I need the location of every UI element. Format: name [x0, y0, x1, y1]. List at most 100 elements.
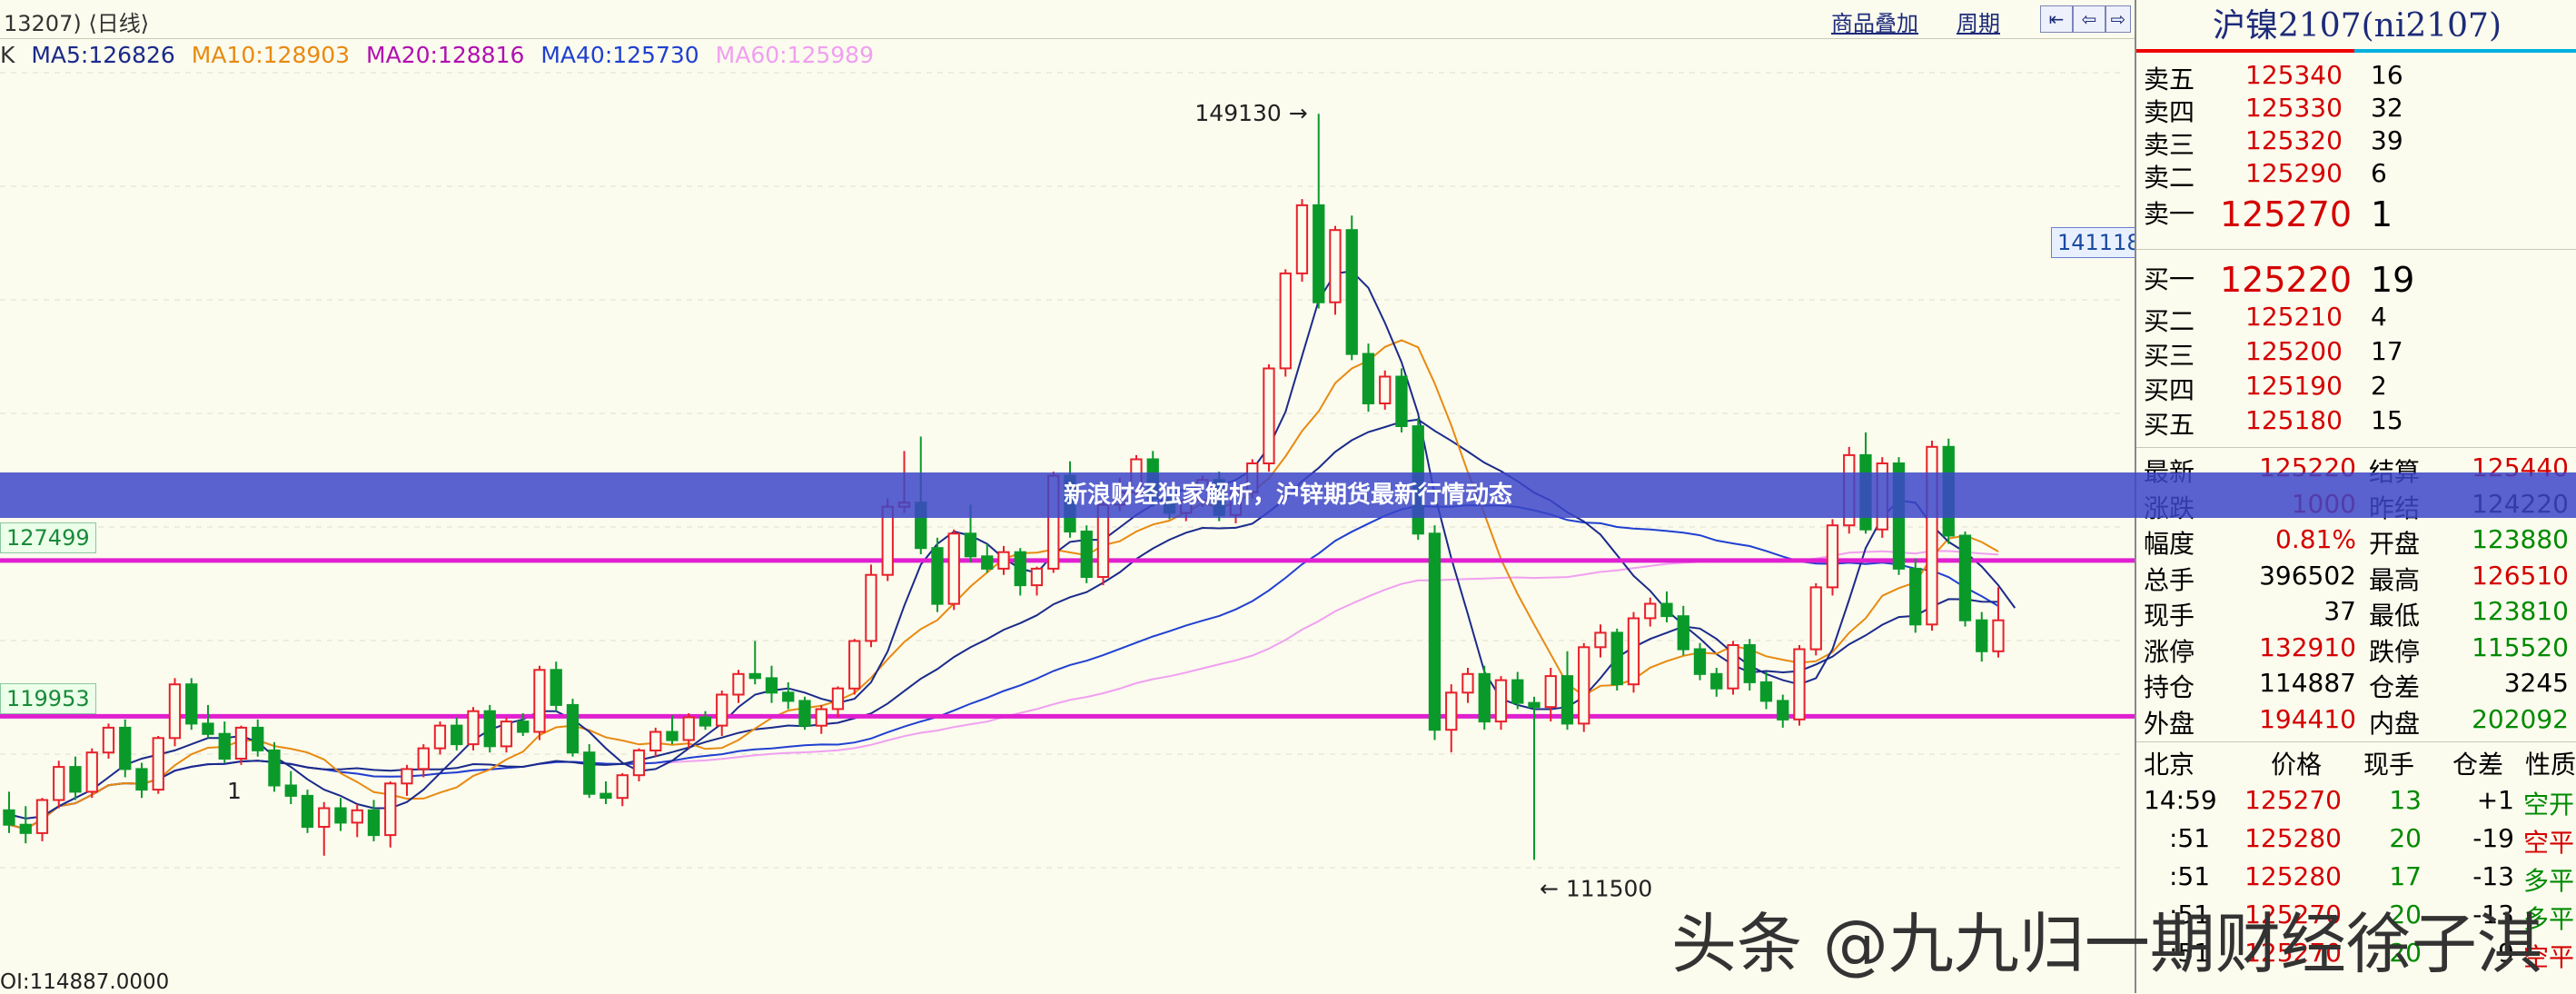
ask-price: 125320 [2245, 125, 2343, 155]
prev-icon[interactable]: ⇦ [2073, 5, 2105, 33]
candle-up [1578, 646, 1590, 725]
candle-down [284, 784, 297, 797]
candle-down [451, 724, 463, 746]
overlay-button[interactable]: 商品叠加 [1831, 5, 1918, 37]
stat-row: 涨停 132910 跌停 115520 [2136, 632, 2576, 667]
stat-key: 仓差 [2369, 672, 2421, 702]
tick-oi: -19 [2472, 823, 2514, 853]
bid-row: 买三 125200 17 [2136, 336, 2576, 371]
candle-down [964, 532, 977, 558]
ask-volume: 16 [2371, 60, 2403, 90]
back-icon[interactable]: ⇤ [2040, 5, 2073, 33]
tick-price: 125280 [2244, 823, 2342, 853]
candle-down [1693, 648, 1707, 675]
candle-up [1445, 691, 1458, 731]
bid-volume: 19 [2371, 260, 2415, 300]
candle-up [1295, 204, 1309, 274]
candle-up [848, 640, 861, 690]
stat-value: 115520 [2472, 631, 2569, 662]
bid-volume: 4 [2371, 302, 2387, 332]
hdr-vol: 现手 [2363, 750, 2415, 780]
candle-down [765, 677, 778, 694]
candle-up [318, 807, 331, 828]
candle-down [1362, 353, 1375, 404]
candle-down [1660, 602, 1673, 618]
candle-down [19, 823, 32, 834]
tick-price: 125270 [2244, 785, 2342, 815]
candle-up [1030, 567, 1044, 587]
tick-nature: 空平 [2523, 828, 2575, 858]
stat-key: 最低 [2369, 601, 2421, 631]
candle-down [252, 726, 264, 751]
ma-legend: K MA5:126826 MA10:128903 MA20:128816 MA4… [0, 42, 883, 68]
tick-oi: -13 [2472, 861, 2514, 891]
stat-value: 194410 [2259, 703, 2356, 734]
bid-row: 买五 125180 15 [2136, 405, 2576, 440]
candle-up [152, 737, 164, 791]
bid-label: 买三 [2144, 341, 2195, 371]
level-label-upper: 127499 [0, 522, 96, 553]
candle-up [1644, 602, 1657, 620]
candle-down [981, 555, 994, 570]
period-button[interactable]: 周期 [1957, 5, 2000, 37]
candle-down [1610, 631, 1623, 686]
tick-row: 14:59 125270 13 +1 空开 [2136, 785, 2576, 820]
stat-row: 现手 37 最低 123810 [2136, 596, 2576, 631]
high-price-label: 149130 → [1194, 100, 1307, 126]
candle-up [85, 751, 98, 793]
next-icon[interactable]: ⇨ [2105, 5, 2131, 33]
candle-down [782, 691, 795, 702]
candle-down [1395, 375, 1408, 427]
ticks-divider [2136, 741, 2576, 742]
stat-value: 396502 [2259, 560, 2356, 591]
candle-up [1379, 375, 1392, 404]
level-label-lower: 119953 [0, 683, 96, 714]
stat-value: 37 [2323, 596, 2356, 626]
candle-down [119, 726, 132, 770]
candle-up [1279, 272, 1292, 370]
candle-up [168, 683, 182, 740]
candle-down [1743, 644, 1756, 683]
candle-up [1263, 367, 1275, 464]
candle-up [732, 672, 745, 696]
open-interest-readout: OI:114887.0000 [0, 970, 170, 994]
candle-up [1793, 648, 1806, 721]
candle-down [583, 751, 596, 795]
candle-up [53, 766, 65, 801]
candle-down [1478, 672, 1491, 723]
candle-up [1826, 524, 1839, 589]
candle-down [1560, 675, 1574, 725]
stat-key: 跌停 [2369, 636, 2421, 667]
stat-row: 幅度 0.81% 开盘 123880 [2136, 524, 2576, 559]
bid-price: 125200 [2245, 336, 2343, 366]
ask-row: 卖三 125320 39 [2136, 125, 2576, 160]
hdr-oi: 仓差 [2452, 750, 2504, 780]
ask-price: 125330 [2245, 93, 2343, 123]
title-underline-red [2136, 49, 2354, 53]
candle-down [666, 731, 679, 741]
candle-up [1461, 672, 1474, 694]
tick-oi: +1 [2476, 785, 2514, 815]
hdr-price: 价格 [2271, 750, 2323, 780]
candle-up [102, 726, 115, 754]
ask-price: 125290 [2245, 158, 2343, 188]
stat-row: 持仓 114887 仓差 3245 [2136, 668, 2576, 702]
legend-ma20: MA20:128816 [366, 42, 525, 68]
candle-up [815, 708, 827, 727]
candle-down [1014, 551, 1026, 587]
candle-up [533, 669, 546, 733]
stat-key: 开盘 [2369, 529, 2421, 559]
candle-down [599, 792, 612, 800]
candle-up [1627, 617, 1640, 686]
watermark: 头条 @九九归一期财经徐子淇 [1671, 906, 2542, 982]
legend-ma60: MA60:125989 [715, 42, 874, 68]
candle-down [1528, 701, 1541, 709]
candle-up [467, 710, 480, 746]
chart-toolbar: 13207) ⟨日线⟩ 商品叠加 周期 ⇤ ⇦ ⇨ [0, 0, 2135, 39]
candle-up [997, 551, 1010, 570]
news-banner[interactable]: 新浪财经独家解析，沪锌期货最新行情动态 [0, 472, 2576, 518]
tick-vol: 13 [2389, 785, 2422, 815]
ask-row: 卖一 125270 1 [2136, 194, 2576, 234]
bid-label: 买一 [2144, 264, 2195, 294]
ask-label: 卖三 [2144, 130, 2195, 160]
